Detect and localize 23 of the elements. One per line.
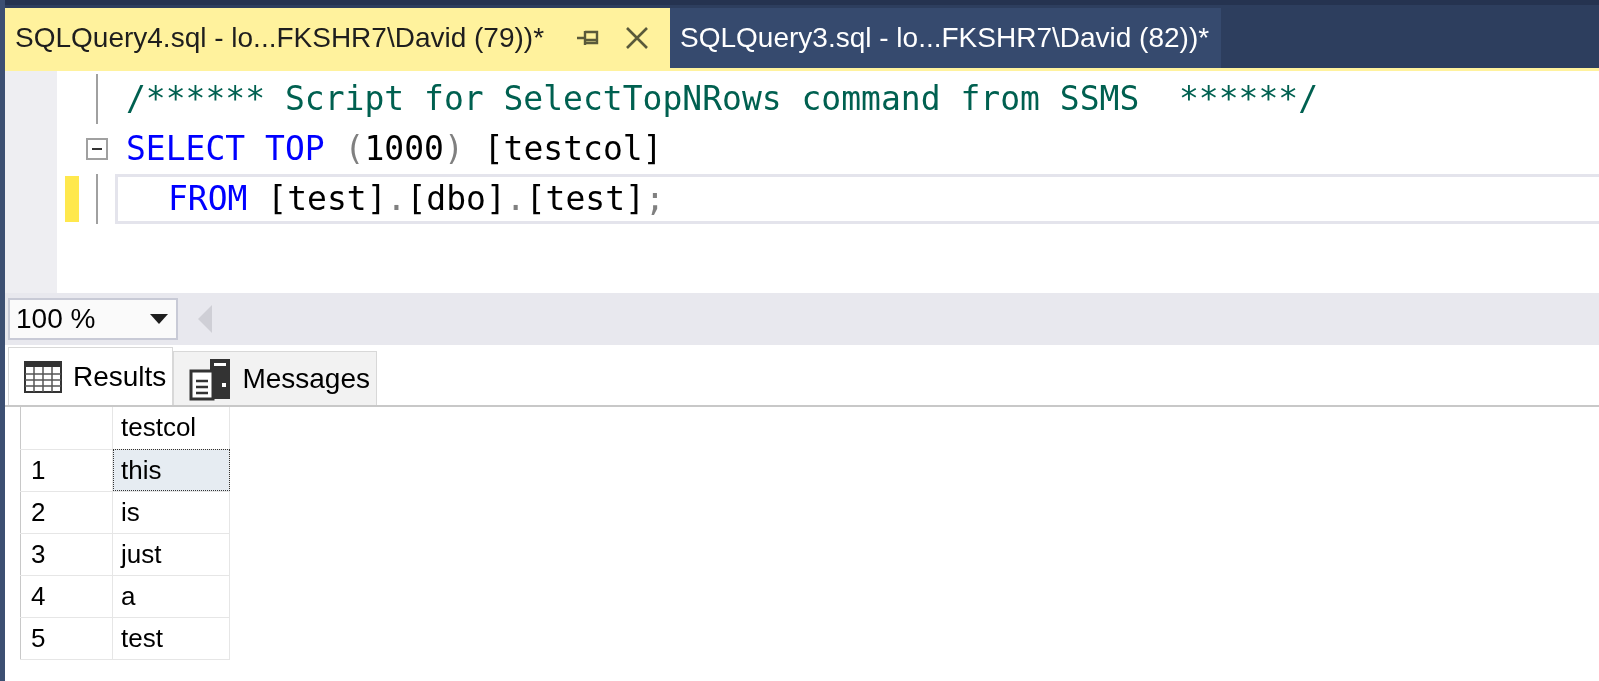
table-cell[interactable]: this bbox=[112, 449, 230, 491]
results-tab[interactable]: Results bbox=[8, 347, 174, 405]
row-number[interactable]: 5 bbox=[20, 617, 113, 659]
code-line: SELECT TOP (1000) [testcol] bbox=[125, 128, 664, 170]
results-tab[interactable]: Messages bbox=[173, 351, 377, 405]
close-icon[interactable] bbox=[624, 25, 651, 51]
caret-icon bbox=[150, 314, 168, 324]
code-line: FROM [test].[dbo].[test]; bbox=[115, 174, 1599, 224]
table-cell[interactable]: just bbox=[112, 533, 230, 575]
table-cell[interactable]: test bbox=[112, 617, 230, 659]
row-number[interactable]: 1 bbox=[20, 449, 113, 491]
collapse-icon[interactable] bbox=[86, 138, 108, 160]
zoom-dropdown[interactable]: 100 % bbox=[8, 298, 178, 340]
document-server-icon bbox=[188, 356, 233, 401]
table-cell[interactable]: a bbox=[112, 575, 230, 617]
table-cell[interactable]: is bbox=[112, 491, 230, 533]
document-tab[interactable]: SQLQuery4.sql - lo...FKSHR7\David (79))* bbox=[5, 8, 671, 68]
row-number[interactable]: 2 bbox=[20, 491, 113, 533]
grid-icon bbox=[23, 358, 63, 395]
document-tab[interactable]: SQLQuery3.sql - lo...FKSHR7\David (82))* bbox=[670, 8, 1222, 68]
code-line: /****** Script for SelectTopNRows command from SSMS ******/ bbox=[125, 78, 1320, 120]
row-number[interactable]: 4 bbox=[20, 575, 113, 617]
row-number[interactable]: 3 bbox=[20, 533, 113, 575]
